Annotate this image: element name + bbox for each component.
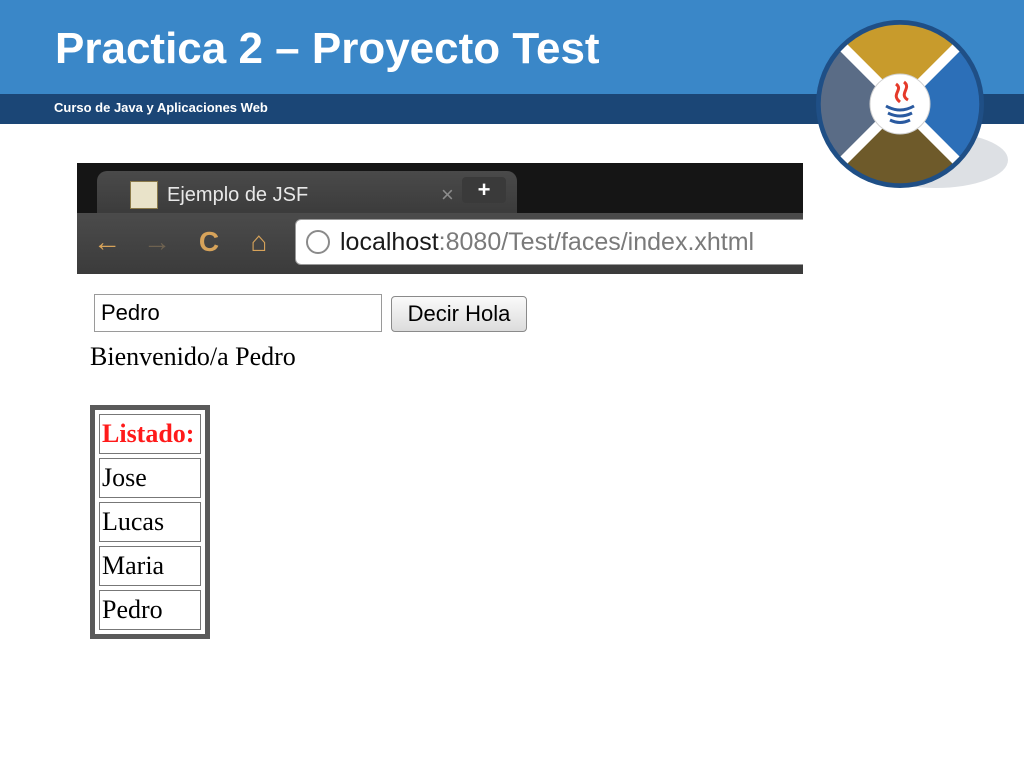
globe-icon [306,230,330,254]
welcome-message: Bienvenido/a Pedro [90,342,296,371]
forward-arrow-icon[interactable]: → [141,225,173,259]
say-hello-button[interactable]: Decir Hola [391,296,527,332]
table-row: Jose [99,458,201,498]
slide-title: Practica 2 – Proyecto Test [55,24,600,73]
url-text: localhost:8080/Test/faces/index.xhtml [340,228,755,256]
new-tab-button[interactable]: + [462,177,506,203]
browser-window: Ejemplo de JSF × + ← → C ⌂ localhost:808… [77,163,803,274]
browser-toolbar: ← → C ⌂ localhost:8080/Test/faces/index.… [77,213,803,274]
back-arrow-icon[interactable]: ← [91,225,123,259]
home-icon[interactable]: ⌂ [243,225,275,259]
browser-tab[interactable]: Ejemplo de JSF × [97,171,517,217]
name-input[interactable] [94,294,382,332]
table-header: Listado: [99,414,201,454]
java-logo-icon [816,20,1008,188]
tab-close-icon[interactable]: × [441,179,454,211]
table-row: Pedro [99,590,201,630]
slide-subtitle: Curso de Java y Aplicaciones Web [54,100,268,115]
tab-title: Ejemplo de JSF [167,184,309,206]
favicon-icon [130,181,158,209]
address-bar[interactable]: localhost:8080/Test/faces/index.xhtml [295,219,803,265]
names-table: Listado: Jose Lucas Maria Pedro [90,405,210,639]
reload-icon[interactable]: C [193,225,225,259]
table-row: Maria [99,546,201,586]
table-row: Lucas [99,502,201,542]
